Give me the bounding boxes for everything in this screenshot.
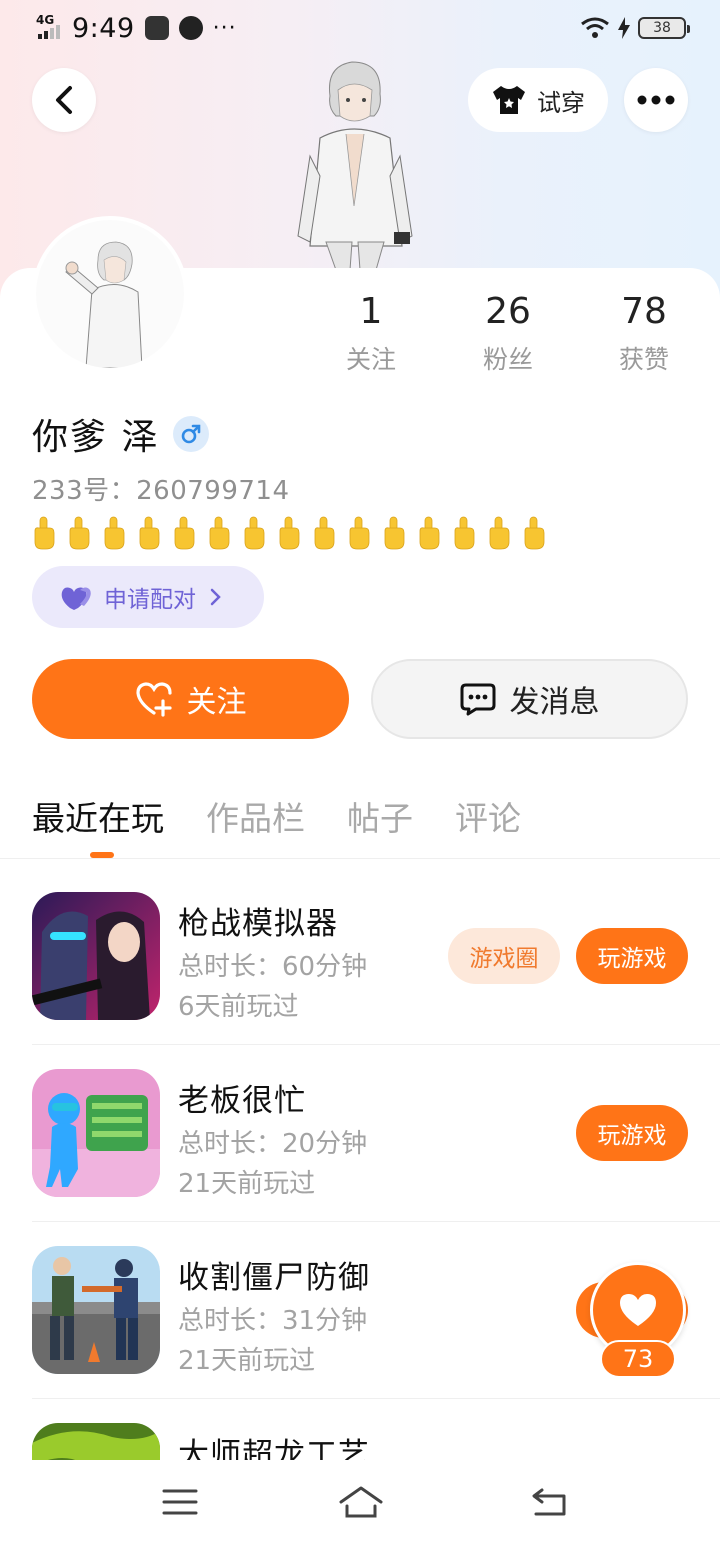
tab-posts[interactable]: 帖子 <box>347 792 413 842</box>
chevron-right-icon <box>210 588 221 606</box>
fans-label: 粉丝 <box>482 345 533 374</box>
try-on-button[interactable]: 试穿 <box>468 68 608 132</box>
profile-tabs: 最近在玩 作品栏 帖子 评论 <box>32 792 521 842</box>
status-bar: 4G 9:49 ··· 38 <box>0 0 720 56</box>
game-icon-boss-busy <box>32 1069 160 1197</box>
back-nav-icon[interactable] <box>530 1482 570 1522</box>
user-name: 你爹 泽 <box>32 417 160 458</box>
following-label: 关注 <box>345 345 396 374</box>
male-gender-icon <box>173 416 210 452</box>
list-divider <box>32 1044 720 1045</box>
hand-emoji-icon <box>244 516 265 550</box>
compass-icon <box>178 16 203 40</box>
game-title: 收割僵尸防御 <box>178 1260 370 1296</box>
fans-stat[interactable]: 26 粉丝 <box>453 290 563 376</box>
chevron-left-icon <box>56 86 72 114</box>
game-last-played: 21天前玩过 <box>178 1169 316 1199</box>
double-heart-icon <box>61 587 91 610</box>
hand-emoji-icon <box>524 516 545 550</box>
hand-emoji-icon <box>349 516 370 550</box>
list-divider <box>32 1398 720 1399</box>
play-game-button[interactable]: 玩游戏 <box>576 928 688 984</box>
follow-label: 关注 <box>186 685 247 720</box>
cellular-signal-icon: 4G <box>34 14 62 41</box>
tab-comments[interactable]: 评论 <box>455 792 521 842</box>
home-icon[interactable] <box>338 1482 384 1522</box>
hand-emoji-icon <box>454 516 475 550</box>
user-id: 233号：260799714 <box>32 476 290 506</box>
game-circle-button[interactable]: 游戏圈 <box>448 928 560 984</box>
system-navigation-bar <box>0 1460 720 1544</box>
avatar-character-illustration <box>297 61 413 270</box>
signature-emoji-row <box>32 516 546 550</box>
likes-stat[interactable]: 78 获赞 <box>589 290 699 376</box>
hand-emoji-icon <box>174 516 195 550</box>
likes-count: 78 <box>621 291 667 332</box>
game-last-played: 21天前玩过 <box>178 1346 316 1376</box>
request-pairing-button[interactable]: 申请配对 <box>32 566 264 628</box>
tshirt-icon <box>493 86 525 114</box>
hand-emoji-icon <box>489 516 510 550</box>
follow-button[interactable]: 关注 <box>32 659 349 739</box>
hand-emoji-icon <box>314 516 335 550</box>
battery-icon: 38 <box>638 17 690 39</box>
more-horizontal-icon <box>637 95 675 105</box>
heart-icon <box>620 1294 656 1326</box>
likes-label: 获赞 <box>618 345 669 374</box>
like-count-badge: 73 <box>600 1340 676 1378</box>
game-duration: 总时长：60分钟 <box>178 952 368 982</box>
game-title: 老板很忙 <box>178 1083 306 1119</box>
menu-icon[interactable] <box>160 1482 200 1522</box>
tabs-divider <box>0 858 720 859</box>
more-options-button[interactable] <box>624 68 688 132</box>
list-divider <box>32 1221 720 1222</box>
hand-emoji-icon <box>419 516 440 550</box>
play-game-button[interactable]: 玩游戏 <box>576 1105 688 1161</box>
hand-emoji-icon <box>104 516 125 550</box>
hand-emoji-icon <box>34 516 55 550</box>
following-count: 1 <box>359 291 383 332</box>
app-notification-icon <box>144 16 169 40</box>
hand-emoji-icon <box>139 516 160 550</box>
chat-bubble-icon <box>460 683 495 716</box>
game-duration: 总时长：20分钟 <box>178 1129 368 1159</box>
following-stat[interactable]: 1 关注 <box>316 290 426 376</box>
send-message-button[interactable]: 发消息 <box>371 659 688 739</box>
heart-plus-icon <box>135 682 172 717</box>
game-list-item[interactable]: 老板很忙 总时长：20分钟 21天前玩过 玩游戏 <box>32 1069 720 1245</box>
fans-count: 26 <box>485 291 531 332</box>
game-icon-gunfight <box>32 892 160 1020</box>
tab-works[interactable]: 作品栏 <box>206 792 305 842</box>
back-button[interactable] <box>32 68 96 132</box>
game-icon-zombie-defense <box>32 1246 160 1374</box>
tab-recently-played[interactable]: 最近在玩 <box>32 792 164 842</box>
hand-emoji-icon <box>384 516 405 550</box>
profile-stats: 1 关注 26 粉丝 78 获赞 <box>0 290 720 380</box>
wifi-icon <box>581 17 609 38</box>
hand-emoji-icon <box>69 516 90 550</box>
hand-emoji-icon <box>209 516 230 550</box>
game-title: 枪战模拟器 <box>178 906 338 942</box>
try-on-label: 试穿 <box>537 88 585 117</box>
charging-icon <box>618 17 630 39</box>
hand-emoji-icon <box>279 516 300 550</box>
send-message-label: 发消息 <box>509 685 600 720</box>
status-more-indicator: ··· <box>212 15 237 41</box>
name-row: 你爹 泽 <box>32 408 210 460</box>
game-last-played: 6天前玩过 <box>178 992 299 1022</box>
game-list-item[interactable]: 枪战模拟器 总时长：60分钟 6天前玩过 游戏圈 玩游戏 <box>32 892 720 1068</box>
status-time: 9:49 <box>72 12 135 44</box>
request-pairing-label: 申请配对 <box>104 587 196 613</box>
game-duration: 总时长：31分钟 <box>178 1306 368 1336</box>
